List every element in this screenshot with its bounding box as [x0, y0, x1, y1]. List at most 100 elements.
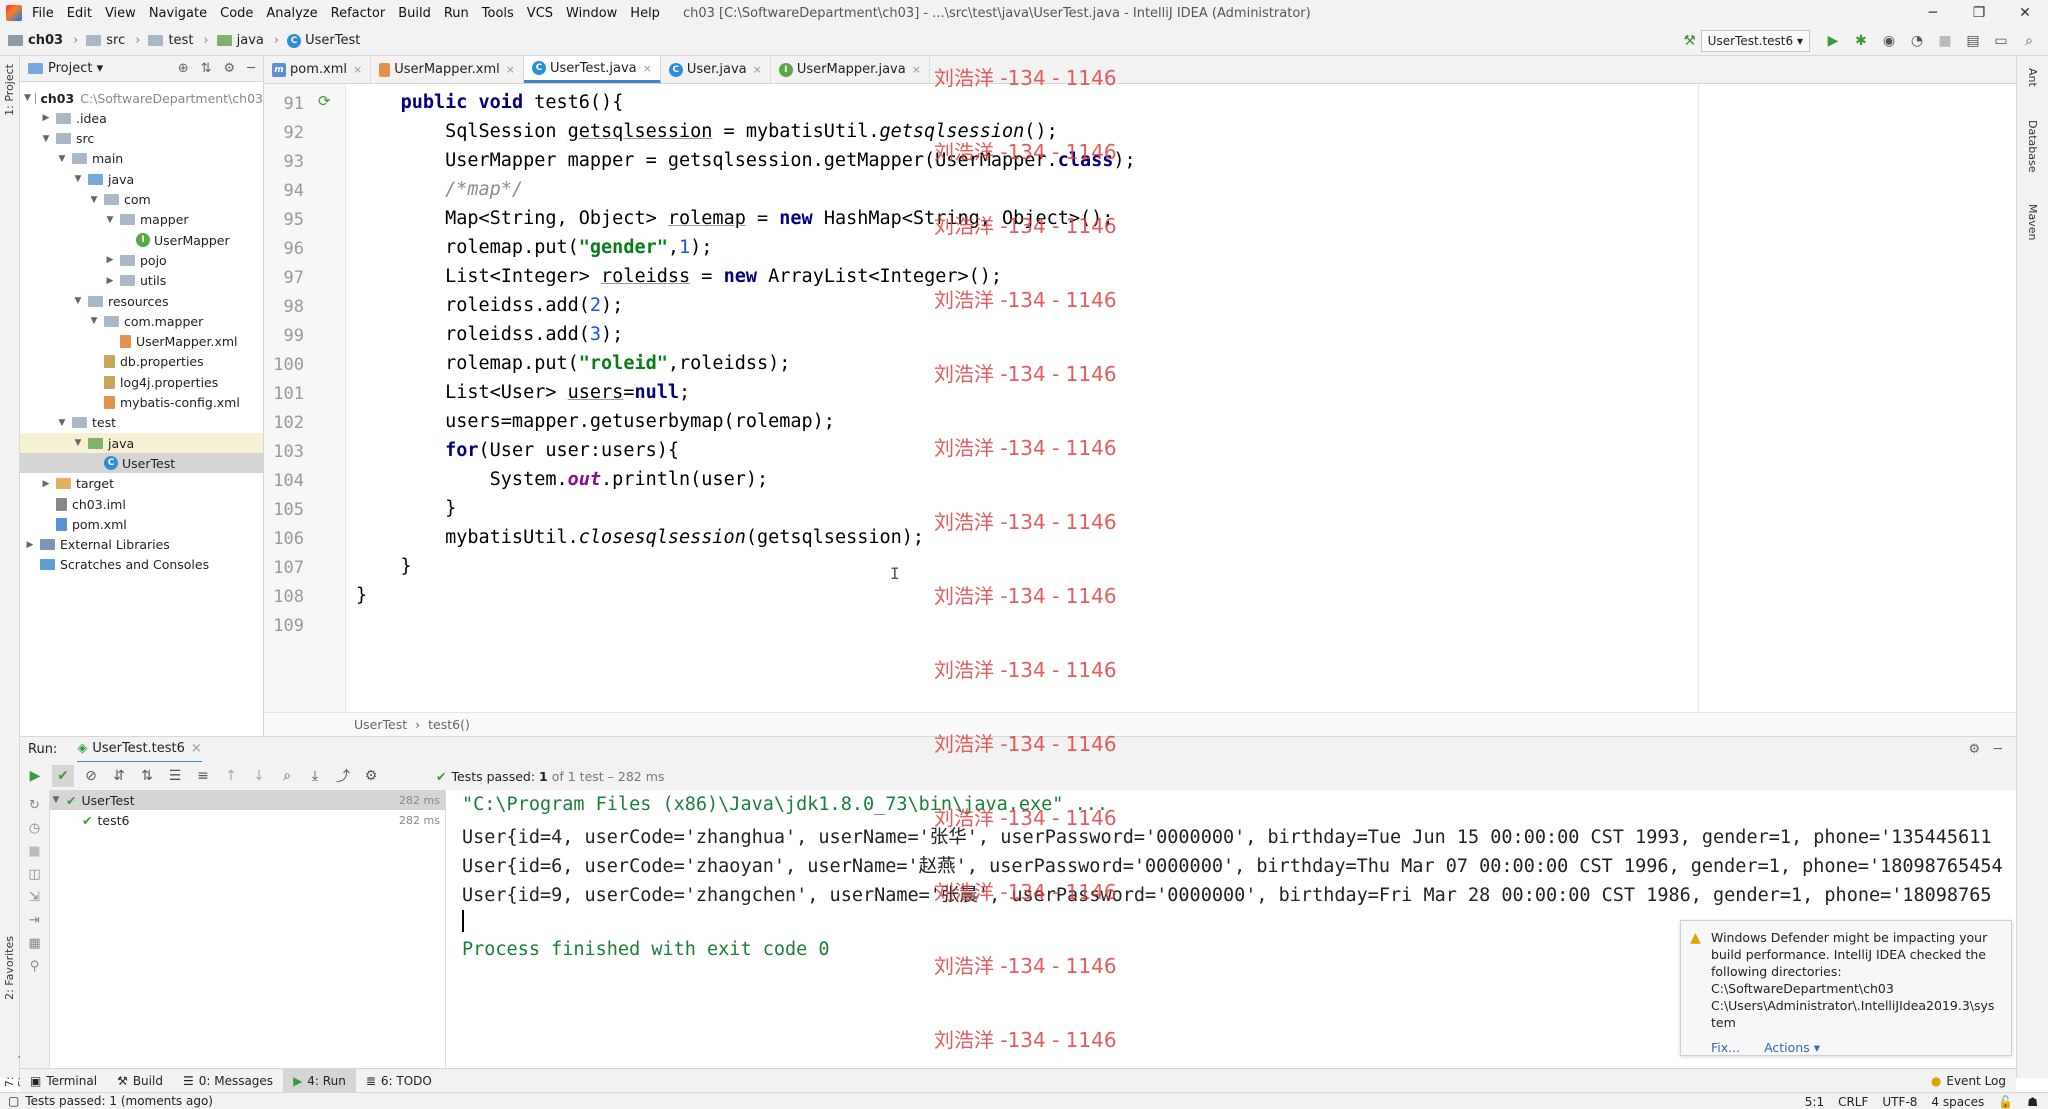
chevron-down-icon[interactable]: ▼: [56, 418, 68, 428]
chevron-right-icon[interactable]: ▶: [104, 255, 116, 265]
menu-window[interactable]: Window: [566, 6, 617, 21]
chevron-down-icon[interactable]: ▼: [72, 438, 84, 448]
tree-item[interactable]: mybatis-config.xml: [20, 393, 263, 413]
rerun-failed-icon[interactable]: ↻: [29, 798, 40, 813]
restore-icon[interactable]: ❐: [1956, 0, 2002, 26]
find-icon[interactable]: ⌕: [276, 765, 298, 787]
tree-item[interactable]: db.properties: [20, 352, 263, 372]
tree-item[interactable]: Scratches and Consoles: [20, 555, 263, 575]
login-icon[interactable]: ⇥: [29, 913, 40, 928]
editor-tab[interactable]: C User.java ×: [661, 56, 771, 83]
run-tool-tab[interactable]: ▶ 4: Run: [283, 1068, 356, 1093]
tree-item[interactable]: ▼ ch03 C:\SoftwareDepartment\ch03: [20, 88, 263, 108]
close-tab-icon[interactable]: ×: [643, 62, 652, 75]
breadcrumb-src[interactable]: src: [86, 33, 125, 48]
minimize-icon[interactable]: ─: [1910, 0, 1956, 26]
test-suite-row[interactable]: ▼ ✔ UserTest 282 ms: [50, 790, 446, 810]
lock-icon[interactable]: 🔓: [1998, 1095, 2013, 1109]
sort-duration-icon[interactable]: ⇅: [136, 765, 158, 787]
tree-item[interactable]: UserMapper.xml: [20, 332, 263, 352]
favorites-tool-tab[interactable]: 2: Favorites: [3, 936, 16, 1000]
editor-tab[interactable]: UserMapper.xml ×: [371, 56, 524, 83]
run-configuration-select[interactable]: UserTest.test6 ▾: [1700, 30, 1810, 52]
editor-tab[interactable]: I UserMapper.java ×: [771, 56, 930, 83]
tree-item[interactable]: ▶ .idea: [20, 108, 263, 128]
stop-icon[interactable]: ■: [28, 844, 40, 859]
menu-edit[interactable]: Edit: [67, 6, 92, 21]
tree-item[interactable]: ▶ External Libraries: [20, 535, 263, 555]
gear-icon[interactable]: ⚙: [224, 61, 236, 76]
tree-item[interactable]: ch03.iml: [20, 494, 263, 514]
toggle-auto-test-icon[interactable]: ◷: [29, 821, 40, 836]
menu-file[interactable]: File: [32, 6, 54, 21]
chevron-down-icon[interactable]: ▼: [104, 215, 116, 225]
menu-vcs[interactable]: VCS: [527, 6, 553, 21]
next-failed-icon[interactable]: ↓: [248, 765, 270, 787]
run-tab[interactable]: ◈ UserTest.test6 ×: [77, 737, 202, 763]
todo-tab[interactable]: ≣ 6: TODO: [356, 1069, 442, 1093]
chevron-down-icon[interactable]: ▼: [56, 154, 68, 164]
tree-item[interactable]: ▼ java: [20, 433, 263, 454]
tree-item[interactable]: ▼ java: [20, 169, 263, 189]
hide-icon[interactable]: ─: [1994, 742, 2002, 757]
tree-item[interactable]: ▼ resources: [20, 291, 263, 311]
tree-item[interactable]: ▼ com.mapper: [20, 311, 263, 331]
database-tool-tab[interactable]: Database: [2026, 120, 2039, 173]
tree-item[interactable]: ▶ utils: [20, 271, 263, 291]
tree-item[interactable]: I UserMapper: [20, 230, 263, 250]
line-separator[interactable]: CRLF: [1838, 1095, 1868, 1109]
build-tab[interactable]: ⚒ Build: [107, 1069, 173, 1093]
tree-item[interactable]: ▶ target: [20, 474, 263, 494]
file-encoding[interactable]: UTF-8: [1882, 1095, 1917, 1109]
code-editor[interactable]: 91 92 93 94 95 96 97 98 99 100 101 102 103 104 105 106 1…: [264, 84, 2016, 712]
layout-icon[interactable]: ▦: [28, 936, 40, 951]
tree-item[interactable]: ▼ test: [20, 413, 263, 433]
camera-icon[interactable]: ◫: [28, 867, 40, 882]
show-passed-icon[interactable]: ✔: [52, 765, 74, 787]
layout-icon[interactable]: ▭: [1990, 30, 2012, 52]
chevron-right-icon[interactable]: ▶: [104, 276, 116, 286]
tree-item[interactable]: log4j.properties: [20, 372, 263, 392]
pin-icon[interactable]: ⚲: [30, 959, 40, 974]
prev-failed-icon[interactable]: ↑: [220, 765, 242, 787]
chevron-down-icon[interactable]: ▼: [40, 134, 52, 144]
expand-all-icon[interactable]: ☰: [164, 765, 186, 787]
hide-icon[interactable]: ─: [247, 61, 255, 76]
chevron-right-icon[interactable]: ▶: [40, 113, 52, 123]
run-icon[interactable]: ▶: [1822, 30, 1844, 52]
chevron-right-icon[interactable]: ▶: [40, 479, 52, 489]
profile-icon[interactable]: ◔: [1906, 30, 1928, 52]
stop-icon[interactable]: ■: [1934, 30, 1956, 52]
build-hammer-icon[interactable]: ⚒: [1679, 30, 1701, 52]
test-case-row[interactable]: ✔ test6 282 ms: [50, 810, 446, 830]
close-icon[interactable]: ✕: [2002, 0, 2048, 26]
terminal-tab[interactable]: ▣ Terminal: [20, 1069, 107, 1093]
maven-tool-tab[interactable]: Maven: [2026, 204, 2039, 240]
settings-icon[interactable]: ⚙: [360, 765, 382, 787]
chevron-down-icon[interactable]: ▼: [88, 316, 100, 326]
rerun-icon[interactable]: ▶: [24, 765, 46, 787]
close-tab-icon[interactable]: ×: [191, 741, 202, 756]
ant-tool-tab[interactable]: Ant: [2026, 68, 2039, 87]
chevron-right-icon[interactable]: ▶: [24, 540, 36, 550]
editor-tab[interactable]: C UserTest.java ×: [524, 56, 661, 83]
sort-alpha-icon[interactable]: ⇵: [108, 765, 130, 787]
chevron-down-icon[interactable]: ▼: [72, 174, 84, 184]
project-view-select[interactable]: Project: [48, 61, 92, 76]
project-structure-icon[interactable]: ▤: [1962, 30, 1984, 52]
chevron-down-icon[interactable]: ▼: [72, 296, 84, 306]
tree-item[interactable]: ▼ mapper: [20, 210, 263, 230]
actions-link[interactable]: Actions ▾: [1764, 1039, 1820, 1056]
close-tab-icon[interactable]: ×: [753, 63, 762, 76]
show-ignored-icon[interactable]: ⊘: [80, 765, 102, 787]
breadcrumb-test[interactable]: test: [148, 33, 193, 48]
indent-setting[interactable]: 4 spaces: [1931, 1095, 1984, 1109]
fix-link[interactable]: Fix...: [1711, 1039, 1740, 1056]
tree-item[interactable]: C UserTest: [20, 453, 263, 474]
tree-item[interactable]: ▶ pojo: [20, 250, 263, 270]
project-tool-tab[interactable]: 1: Project: [3, 64, 16, 116]
locate-icon[interactable]: ⊕: [178, 61, 189, 76]
exit-icon[interactable]: ⇲: [29, 890, 40, 905]
import-tests-icon[interactable]: ⤓: [304, 765, 326, 787]
menu-analyze[interactable]: Analyze: [266, 6, 317, 21]
